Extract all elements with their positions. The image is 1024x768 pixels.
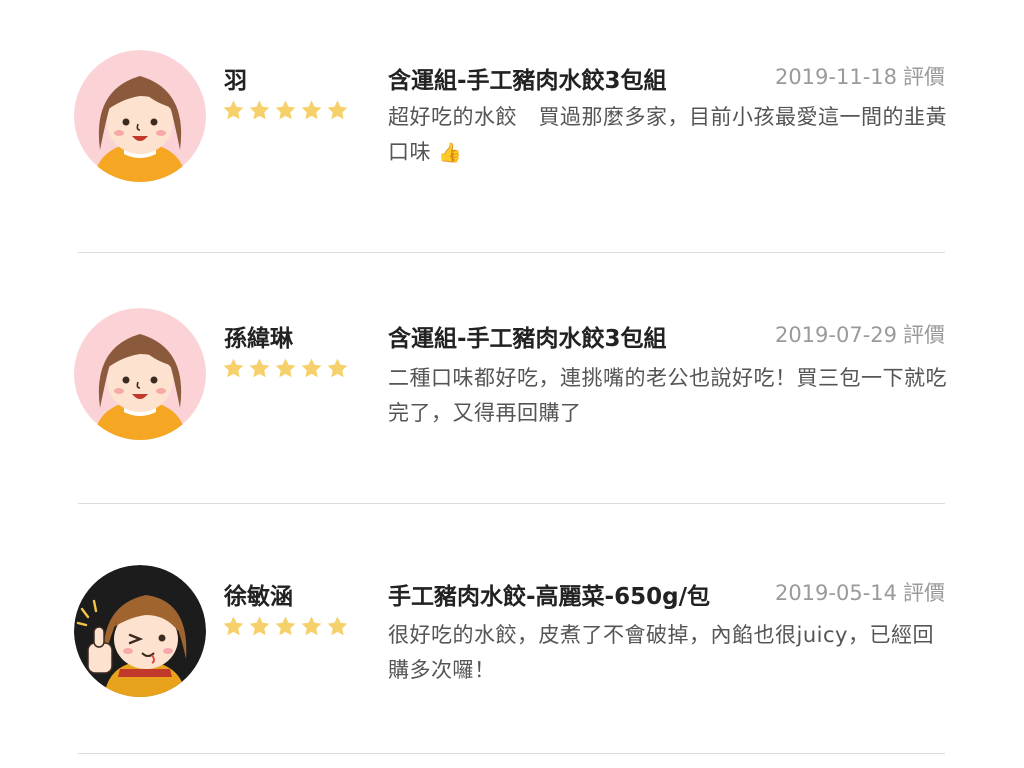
review-date: 2019-07-29 評價 — [775, 319, 945, 349]
star-rating — [222, 357, 349, 381]
star-icon — [223, 616, 244, 636]
divider — [78, 753, 945, 754]
review-comment: 二種口味都好吃，連挑嘴的老公也說好吃！買三包一下就吃完了，又得再回購了 — [388, 361, 948, 431]
thumbs-up-emoji: 👍 — [438, 142, 463, 164]
review-comment: 很好吃的水餃，皮煮了不會破掉，內餡也很juicy，已經回購多次囉！ — [388, 618, 948, 688]
review-item: 徐敏涵 手工豬肉水餃-高麗菜-650g/包 2019-05-14 評價 很好吃的水… — [74, 504, 948, 754]
star-icon — [249, 100, 270, 120]
reviewer-name: 徐敏涵 — [224, 584, 293, 610]
review-date-value: 2019-07-29 — [774, 323, 897, 347]
star-icon — [327, 100, 348, 120]
product-name[interactable]: 手工豬肉水餃-高麗菜-650g/包 — [388, 577, 710, 611]
reviewer-name: 羽 — [224, 68, 247, 94]
review-comment-text: 超好吃的水餃 買過那麼多家，目前小孩最愛這一間的韭黃口味 — [388, 105, 947, 164]
star-icon — [327, 616, 348, 636]
star-icon — [275, 358, 296, 378]
review-list: 羽 含運組-手工豬肉水餃3包組 2019-11-18 評價 超好吃的水餃 買過那麼… — [0, 0, 1024, 768]
review-item: 孫緯琳 含運組-手工豬肉水餃3包組 2019-07-29 評價 二種口味都好吃，連… — [74, 253, 948, 504]
star-icon — [275, 100, 296, 120]
star-icon — [301, 100, 322, 120]
star-rating — [222, 99, 349, 123]
review-comment: 超好吃的水餃 買過那麼多家，目前小孩最愛這一間的韭黃口味 👍 — [388, 100, 948, 171]
review-date-suffix: 評價 — [903, 581, 945, 605]
star-icon — [275, 616, 296, 636]
reviewer-name: 孫緯琳 — [224, 326, 293, 352]
review-date: 2019-05-14 評價 — [775, 577, 945, 607]
review-comment-text: 很好吃的水餃，皮煮了不會破掉，內餡也很juicy，已經回購多次囉！ — [388, 623, 934, 682]
star-icon — [249, 358, 270, 378]
review-date-value: 2019-11-18 — [774, 65, 897, 89]
review-date-suffix: 評價 — [903, 323, 945, 347]
star-icon — [301, 358, 322, 378]
review-date-value: 2019-05-14 — [774, 581, 897, 605]
star-icon — [249, 616, 270, 636]
review-date-suffix: 評價 — [903, 65, 945, 89]
product-name[interactable]: 含運組-手工豬肉水餃3包組 — [388, 319, 667, 353]
star-icon — [301, 616, 322, 636]
star-icon — [223, 100, 244, 120]
star-icon — [327, 358, 348, 378]
review-comment-text: 二種口味都好吃，連挑嘴的老公也說好吃！買三包一下就吃完了，又得再回購了 — [388, 366, 947, 425]
girl-avatar-icon — [74, 50, 206, 182]
review-item: 羽 含運組-手工豬肉水餃3包組 2019-11-18 評價 超好吃的水餃 買過那麼… — [74, 0, 948, 253]
product-name[interactable]: 含運組-手工豬肉水餃3包組 — [388, 61, 667, 95]
girl-avatar-icon — [74, 308, 206, 440]
star-icon — [223, 358, 244, 378]
review-date: 2019-11-18 評價 — [775, 61, 945, 91]
thumbs-up-girl-avatar-icon — [74, 565, 206, 697]
star-rating — [222, 615, 349, 639]
